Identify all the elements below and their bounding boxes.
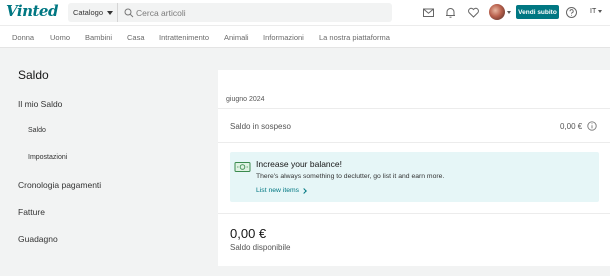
search-icon bbox=[124, 8, 134, 18]
balance-card: giugno 2024 Saldo in sospeso 0,00 € Incr… bbox=[218, 70, 610, 266]
nav-item-la-nostra-piattaforma[interactable]: La nostra piattaforma bbox=[319, 33, 390, 42]
divider bbox=[218, 108, 610, 109]
search-bar: Catalogo bbox=[68, 3, 392, 22]
language-label: IT bbox=[590, 8, 597, 15]
nav-item-donna[interactable]: Donna bbox=[12, 33, 34, 42]
nav-item-intrattenimento[interactable]: Intrattenimento bbox=[159, 33, 209, 42]
sidebar-title: Saldo bbox=[18, 68, 49, 82]
language-selector[interactable]: IT bbox=[590, 8, 603, 15]
list-new-items-link[interactable]: List new items bbox=[256, 187, 307, 194]
list-new-items-label: List new items bbox=[256, 187, 300, 194]
bell-icon[interactable] bbox=[444, 6, 457, 19]
top-bar: Vinted Catalogo Vendi subito IT bbox=[0, 0, 610, 25]
heart-icon[interactable] bbox=[467, 6, 480, 19]
promo-banner: Increase your balance! There's always so… bbox=[230, 152, 599, 202]
pending-balance-label: Saldo in sospeso bbox=[230, 122, 291, 131]
sidebar-item-il-mio-saldo[interactable]: Il mio Saldo bbox=[18, 99, 62, 109]
help-icon[interactable] bbox=[565, 6, 578, 19]
divider bbox=[218, 213, 610, 214]
nav-item-informazioni[interactable]: Informazioni bbox=[263, 33, 304, 42]
info-icon[interactable] bbox=[587, 121, 597, 131]
catalog-dropdown[interactable]: Catalogo bbox=[68, 3, 118, 22]
pending-balance-value: 0,00 € bbox=[560, 122, 583, 131]
promo-text: There's always something to declutter, g… bbox=[256, 173, 445, 180]
chevron-down-icon[interactable] bbox=[507, 11, 511, 14]
vinted-logo[interactable]: Vinted bbox=[6, 2, 58, 20]
sidebar-subitem-saldo[interactable]: Saldo bbox=[28, 127, 46, 134]
nav-item-bambini[interactable]: Bambini bbox=[85, 33, 112, 42]
mail-icon[interactable] bbox=[422, 6, 435, 19]
available-balance-label: Saldo disponibile bbox=[230, 243, 291, 252]
sell-now-button[interactable]: Vendi subito bbox=[516, 5, 559, 19]
promo-title: Increase your balance! bbox=[256, 159, 342, 169]
avatar[interactable] bbox=[489, 4, 505, 20]
nav-item-animali[interactable]: Animali bbox=[224, 33, 249, 42]
month-heading: giugno 2024 bbox=[226, 96, 265, 103]
catalog-label: Catalogo bbox=[73, 8, 104, 17]
sidebar-item-fatture[interactable]: Fatture bbox=[18, 207, 45, 217]
chevron-right-icon bbox=[301, 187, 307, 194]
sidebar-item-guadagno[interactable]: Guadagno bbox=[18, 234, 58, 244]
nav-item-uomo[interactable]: Uomo bbox=[50, 33, 70, 42]
chevron-down-icon bbox=[107, 10, 114, 15]
sidebar-item-cronologia-pagamenti[interactable]: Cronologia pagamenti bbox=[18, 180, 101, 190]
search-input[interactable] bbox=[136, 5, 376, 20]
chevron-down-icon bbox=[598, 10, 603, 13]
divider bbox=[218, 142, 610, 143]
money-icon bbox=[234, 162, 251, 172]
nav-item-casa[interactable]: Casa bbox=[127, 33, 145, 42]
category-nav: Donna Uomo Bambini Casa Intrattenimento … bbox=[0, 25, 610, 48]
available-balance-value: 0,00 € bbox=[230, 226, 267, 241]
sidebar-subitem-impostazioni[interactable]: Impostazioni bbox=[28, 154, 67, 161]
